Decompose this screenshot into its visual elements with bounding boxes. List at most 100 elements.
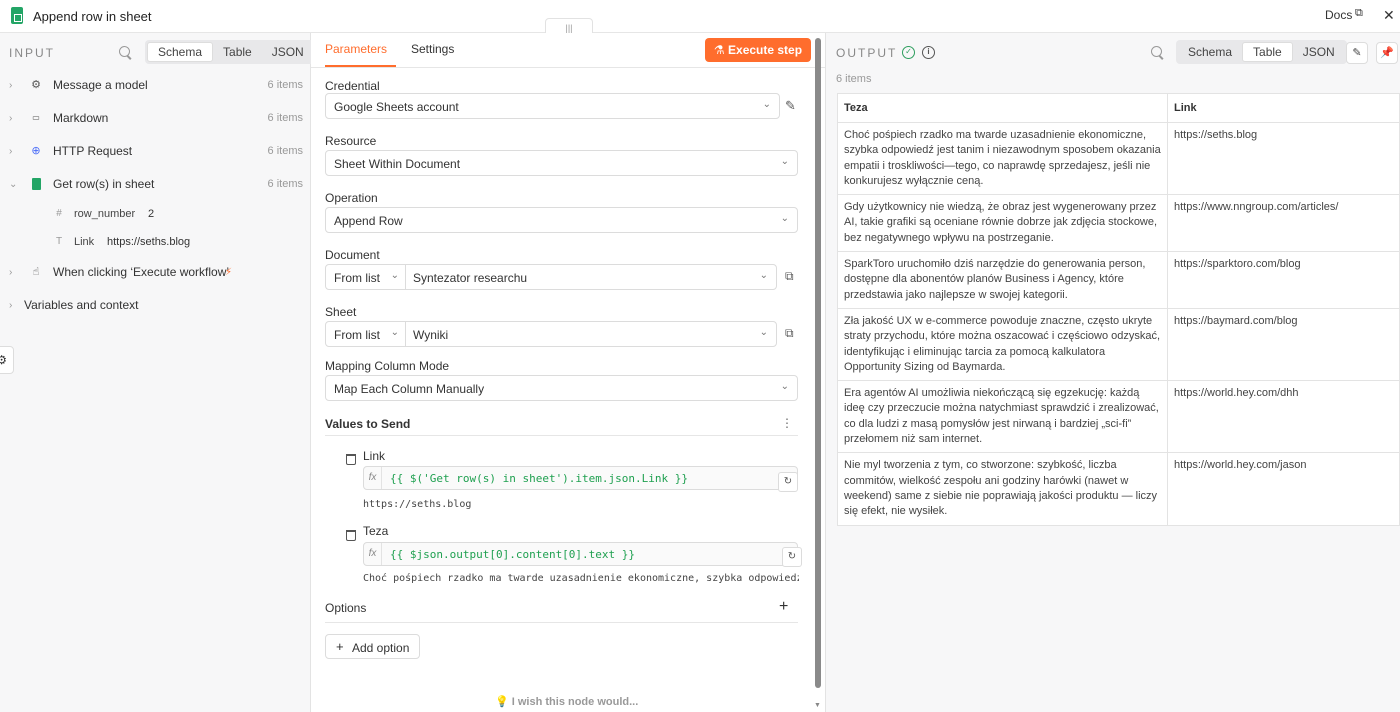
node-label: Markdown (53, 111, 109, 125)
teza-expression-input[interactable]: fx {{ $json.output[0].content[0].text }} (363, 542, 798, 566)
link-expression-input[interactable]: fx {{ $('Get row(s) in sheet').item.json… (363, 466, 798, 490)
chevron-down-icon[interactable]: ⌄ (9, 179, 17, 190)
table-cell-teza[interactable]: SparkToro uruchomiło dziś narzędzie do g… (837, 251, 1168, 309)
chevron-right-icon[interactable]: › (9, 146, 12, 157)
kebab-menu-icon[interactable]: ⋮ (781, 416, 793, 430)
table-cell-teza[interactable]: Choć pośpiech rzadko ma twarde uzasadnie… (837, 121, 1168, 196)
docs-link[interactable]: Docs (1325, 8, 1352, 22)
operation-select[interactable]: Append Row ⌄ (325, 207, 798, 233)
search-icon[interactable] (119, 46, 133, 60)
sheet-select[interactable]: From list ⌄ Wyniki ⌄ (325, 321, 777, 347)
schema-field-link[interactable]: T Link https://seths.blog (0, 232, 311, 252)
expression-code[interactable]: {{ $json.output[0].content[0].text }} (390, 548, 635, 561)
tree-node-markdown[interactable]: › ▭ Markdown 6 items (0, 107, 311, 129)
section-divider (325, 622, 798, 623)
column-header-link[interactable]: Link (1167, 93, 1400, 123)
open-sheet-external-icon[interactable]: ⧉ (785, 326, 794, 341)
input-panel-label: INPUT (9, 46, 55, 60)
node-label: Variables and context (24, 298, 139, 312)
edit-output-icon[interactable]: ✎ (1346, 42, 1368, 64)
credential-label: Credential (325, 79, 380, 93)
table-cell-teza[interactable]: Nie myl tworzenia z tym, co stworzone: s… (837, 452, 1168, 526)
reset-value-icon[interactable]: ↻ (782, 547, 802, 567)
schema-field-row-number[interactable]: # row_number 2 (0, 204, 311, 224)
document-value: Syntezator researchu (413, 271, 528, 285)
output-view-table[interactable]: Table (1242, 42, 1293, 62)
node-title[interactable]: Append row in sheet (33, 9, 152, 24)
reset-value-icon[interactable]: ↻ (778, 472, 798, 492)
output-view-schema[interactable]: Schema (1178, 42, 1242, 62)
operation-label: Operation (325, 191, 378, 205)
value-field-label: Teza (363, 524, 389, 538)
chevron-right-icon[interactable]: › (9, 113, 12, 124)
sheet-mode-select[interactable]: From list ⌄ (326, 322, 406, 346)
table-row: Nie myl tworzenia z tym, co stworzone: s… (837, 452, 1400, 526)
parameters-scrollbar[interactable] (815, 38, 821, 688)
tree-node-get-rows-in-sheet[interactable]: ⌄ Get row(s) in sheet 6 items (0, 173, 311, 195)
openai-icon: ⚙ (31, 79, 41, 91)
close-icon[interactable]: ✕ (1383, 7, 1395, 24)
trash-icon[interactable] (346, 530, 356, 541)
document-select[interactable]: From list ⌄ Syntezator researchu ⌄ (325, 264, 777, 290)
add-option-button[interactable]: + Add option (325, 634, 420, 659)
sheet-mode-value: From list (334, 328, 380, 342)
parameters-panel: Parameters Settings ⚗ Execute step Crede… (311, 33, 825, 712)
input-view-schema[interactable]: Schema (147, 42, 214, 62)
input-view-table[interactable]: Table (213, 42, 262, 62)
search-icon[interactable] (1151, 46, 1165, 60)
chevron-right-icon[interactable]: › (9, 80, 12, 91)
field-name[interactable]: Link (74, 236, 94, 248)
values-to-send-title: Values to Send (325, 417, 411, 431)
mapping-mode-select[interactable]: Map Each Column Manually ⌄ (325, 375, 798, 401)
fx-icon: fx (364, 543, 382, 565)
add-icon[interactable]: + (779, 598, 788, 616)
output-view-json[interactable]: JSON (1293, 42, 1345, 62)
chevron-right-icon[interactable]: › (9, 300, 12, 311)
table-cell-link[interactable]: https://sparktoro.com/blog (1167, 251, 1400, 309)
table-cell-teza[interactable]: Gdy użytkownicy nie wiedzą, że obraz jes… (837, 194, 1168, 253)
external-link-icon[interactable]: ⧉ (1355, 7, 1363, 20)
node-item-count: 6 items (267, 112, 303, 124)
scroll-down-arrow[interactable]: ▼ (814, 702, 821, 709)
pin-icon[interactable]: 📌 (1376, 42, 1398, 64)
cursor-click-icon: ☝ (32, 266, 40, 278)
document-mode-value: From list (334, 271, 380, 285)
node-label: When clicking ‘Execute workflow’ (53, 265, 230, 279)
credential-select[interactable]: Google Sheets account ⌄ (325, 93, 780, 119)
expression-code[interactable]: {{ $('Get row(s) in sheet').item.json.Li… (390, 472, 688, 485)
openai-icon[interactable]: ⚙ (0, 346, 14, 374)
edit-credential-icon[interactable]: ✎ (785, 98, 796, 114)
tree-node-http-request[interactable]: › ⊕ HTTP Request 6 items (0, 140, 311, 162)
trash-icon[interactable] (346, 454, 356, 465)
open-document-external-icon[interactable]: ⧉ (785, 269, 794, 284)
table-cell-link[interactable]: https://world.hey.com/dhh (1167, 380, 1400, 454)
tab-parameters[interactable]: Parameters (325, 42, 387, 56)
input-view-json[interactable]: JSON (262, 42, 314, 62)
execute-step-button[interactable]: ⚗ Execute step (705, 38, 811, 62)
table-cell-link[interactable]: https://www.nngroup.com/articles/ (1167, 194, 1400, 253)
tab-settings[interactable]: Settings (411, 42, 454, 56)
table-cell-link[interactable]: https://seths.blog (1167, 121, 1400, 196)
table-cell-teza[interactable]: Zła jakość UX w e-commerce powoduje znac… (837, 307, 1168, 382)
feedback-text: I wish this node would... (511, 696, 639, 708)
resource-value: Sheet Within Document (334, 157, 461, 171)
tree-variables-and-context[interactable]: › Variables and context (0, 294, 311, 316)
info-icon[interactable]: i (922, 46, 935, 59)
tree-node-manual-trigger[interactable]: › ☝ When clicking ‘Execute workflow’ ⚡ (0, 261, 311, 283)
field-name[interactable]: row_number (74, 208, 135, 220)
table-cell-link[interactable]: https://world.hey.com/jason (1167, 452, 1400, 526)
table-row: Choć pośpiech rzadko ma twarde uzasadnie… (837, 121, 1400, 196)
text-type-icon: T (55, 236, 63, 247)
google-sheets-icon (32, 178, 41, 190)
chevron-right-icon[interactable]: › (9, 267, 12, 278)
document-mode-select[interactable]: From list ⌄ (326, 265, 406, 289)
sheet-value: Wyniki (413, 328, 449, 342)
chevron-down-icon: ⌄ (780, 156, 789, 167)
tree-node-message-a-model[interactable]: › ⚙ Message a model 6 items (0, 74, 311, 96)
column-header-teza[interactable]: Teza (837, 93, 1168, 123)
operation-value: Append Row (334, 214, 403, 228)
table-cell-link[interactable]: https://baymard.com/blog (1167, 307, 1400, 382)
resource-select[interactable]: Sheet Within Document ⌄ (325, 150, 798, 176)
feedback-prompt[interactable]: 💡 I wish this node would... (495, 695, 638, 708)
table-cell-teza[interactable]: Era agentów AI umożliwia niekończącą się… (837, 380, 1168, 454)
